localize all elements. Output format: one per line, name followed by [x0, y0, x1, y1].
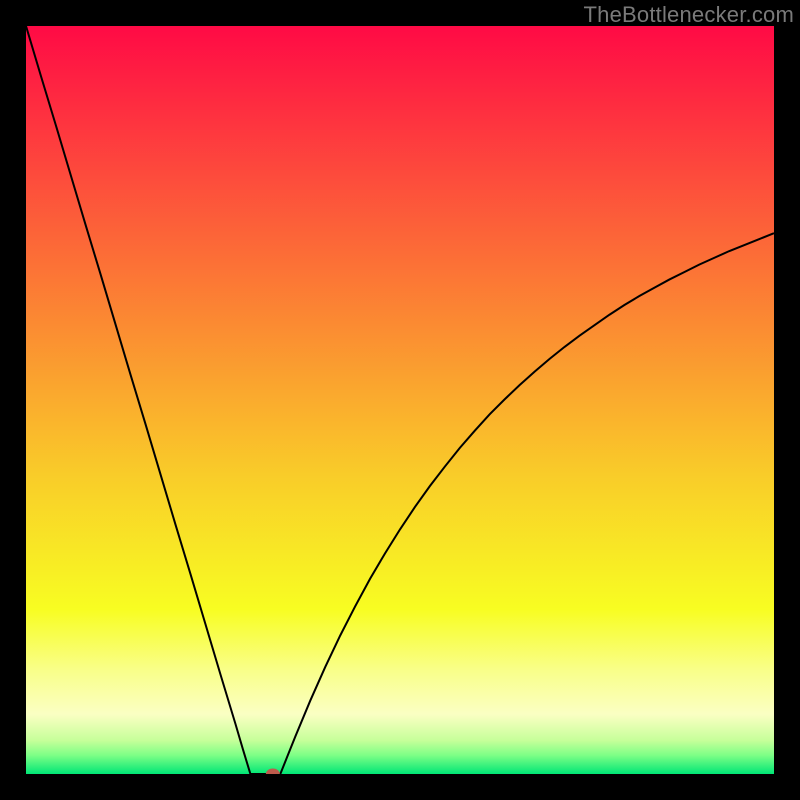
bottleneck-chart: [26, 26, 774, 774]
watermark: TheBottlenecker.com: [584, 2, 794, 28]
